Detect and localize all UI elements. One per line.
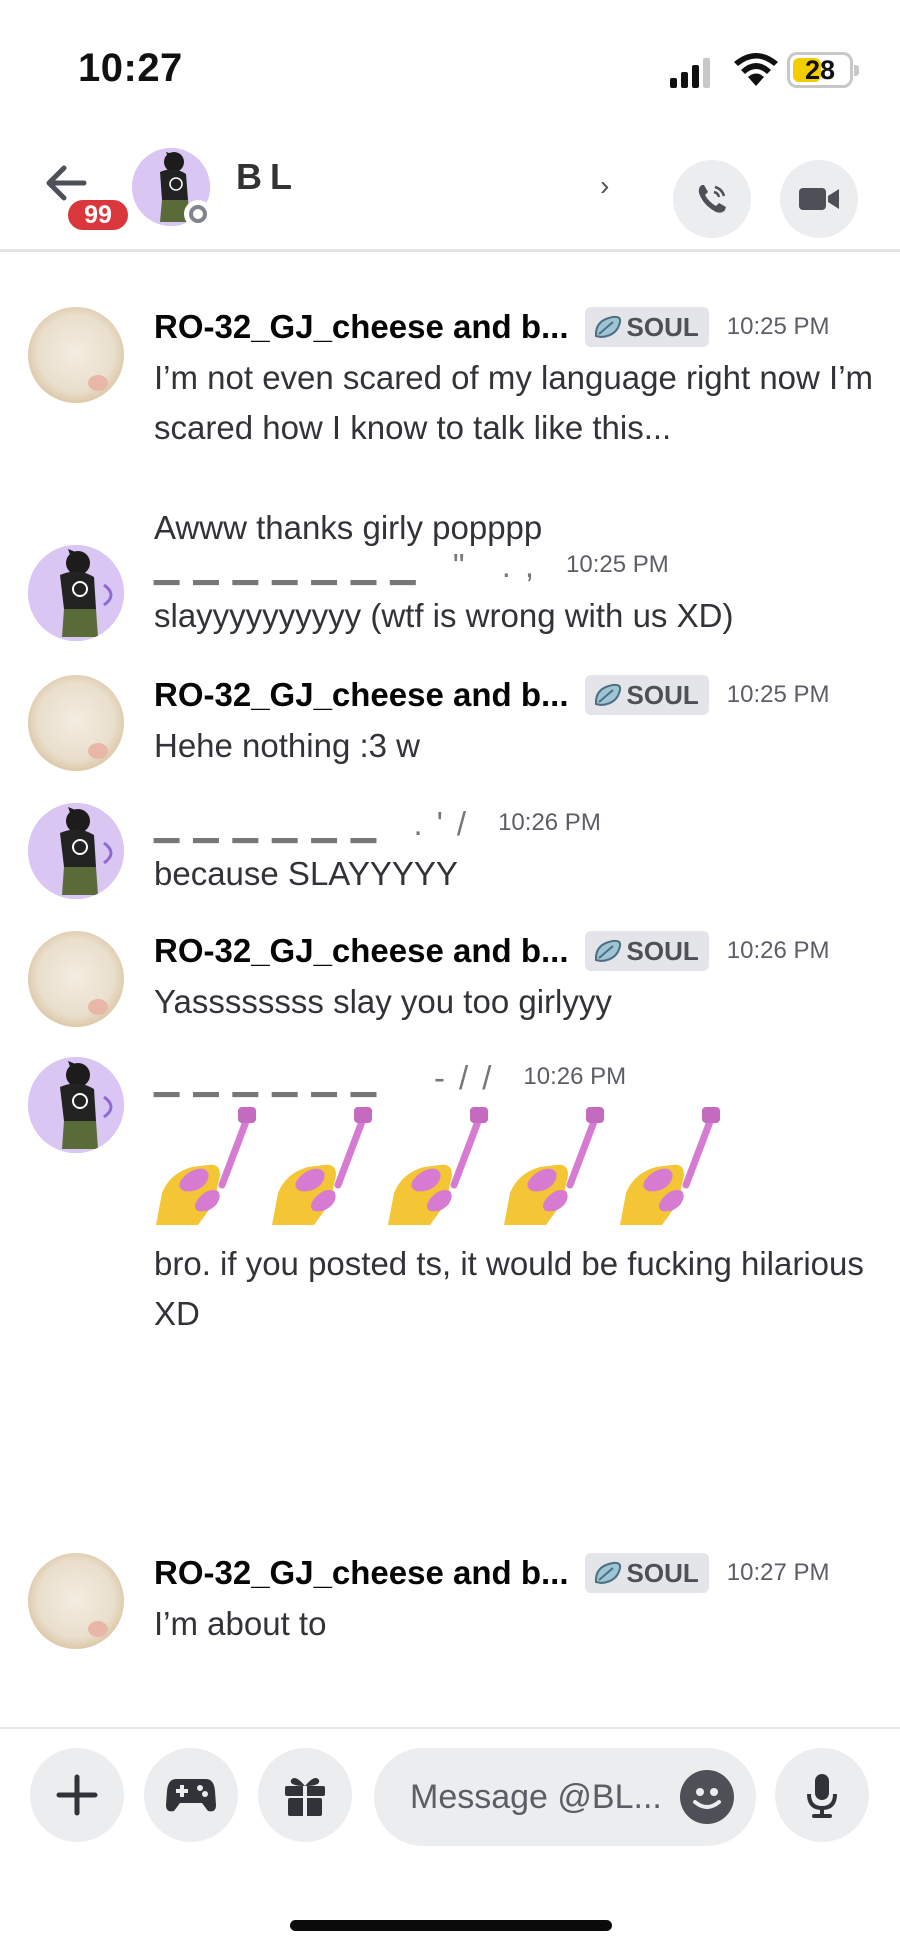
user-avatar[interactable] xyxy=(28,1553,124,1649)
server-tag[interactable]: SOUL xyxy=(584,307,709,347)
voice-message-button[interactable] xyxy=(775,1748,869,1842)
emoji-row xyxy=(154,1107,874,1225)
server-tag[interactable]: SOUL xyxy=(584,675,709,715)
chevron-right-icon[interactable]: › xyxy=(600,170,609,202)
message-timestamp: 10:26 PM xyxy=(726,937,830,964)
server-tag[interactable]: SOUL xyxy=(584,931,709,971)
message-username[interactable]: RO-32_GJ_cheese and b... xyxy=(154,308,569,346)
message-username[interactable]: ▁▁▁▁▁▁ .'/ xyxy=(154,804,480,843)
message-text: because SLAYYYYY xyxy=(154,855,458,892)
nail-polish-icon[interactable] xyxy=(270,1107,376,1225)
smiley-icon xyxy=(693,1788,721,1809)
message-text: bro. if you posted ts, it would be fucki… xyxy=(154,1245,864,1332)
message-username[interactable]: RO-32_GJ_cheese and b... xyxy=(154,676,569,714)
phone-icon xyxy=(698,185,726,213)
message-username[interactable]: RO-32_GJ_cheese and b... xyxy=(154,932,569,970)
message-composer: Message @BL... xyxy=(0,1727,900,1948)
gamepad-icon xyxy=(166,1779,216,1812)
video-camera-icon xyxy=(799,188,839,210)
user-avatar[interactable] xyxy=(28,931,124,1027)
activities-button[interactable] xyxy=(144,1748,238,1842)
microphone-icon xyxy=(807,1774,837,1818)
home-indicator xyxy=(290,1920,612,1931)
unread-badge: 99 xyxy=(64,196,132,234)
message-timestamp: 10:25 PM xyxy=(726,681,830,708)
message-text: I’m not even scared of my language right… xyxy=(154,359,874,446)
message-timestamp: 10:25 PM xyxy=(566,551,669,578)
message-username[interactable]: ▁▁▁▁▁▁ -// xyxy=(154,1058,505,1097)
attach-button[interactable] xyxy=(30,1748,124,1842)
user-avatar[interactable] xyxy=(28,545,124,641)
emoji-picker-button[interactable] xyxy=(680,1770,734,1824)
user-avatar[interactable] xyxy=(28,1057,124,1153)
user-avatar[interactable] xyxy=(28,307,124,403)
leaf-badge-icon xyxy=(594,939,621,963)
user-avatar[interactable] xyxy=(28,675,124,771)
message-input-placeholder: Message @BL... xyxy=(410,1777,662,1816)
user-avatar[interactable] xyxy=(28,803,124,899)
message-timestamp: 10:26 PM xyxy=(523,1063,627,1090)
message-timestamp: 10:26 PM xyxy=(498,809,601,836)
message-text: Hehe nothing :3 w xyxy=(154,727,421,764)
nail-polish-icon[interactable] xyxy=(386,1107,492,1225)
video-call-button[interactable] xyxy=(780,160,858,238)
battery-level: 28 xyxy=(804,55,836,85)
message-timestamp: 10:27 PM xyxy=(726,1559,830,1586)
message-username[interactable]: ▁▁▁▁▁▁▁ " ., xyxy=(154,546,548,585)
gift-icon xyxy=(285,1778,325,1816)
message-text: slayyyyyyyyyy (wtf is wrong with us XD) xyxy=(154,597,734,634)
cellular-signal-icon xyxy=(670,58,710,88)
dm-header: 99 BL › xyxy=(0,130,900,252)
status-bar: 10:27 28 xyxy=(0,0,900,130)
plus-icon xyxy=(56,1774,98,1816)
message-text: Yassssssss slay you too girlyyy xyxy=(154,983,612,1020)
server-tag[interactable]: SOUL xyxy=(584,1553,709,1593)
voice-call-button[interactable] xyxy=(673,160,751,238)
message-list[interactable]: RO-32_GJ_cheese and b... SOUL 10:25 PM I… xyxy=(0,255,900,1725)
leaf-badge-icon xyxy=(594,683,621,707)
message-username[interactable]: RO-32_GJ_cheese and b... xyxy=(154,1554,569,1592)
gift-button[interactable] xyxy=(258,1748,352,1842)
leaf-badge-icon xyxy=(594,315,621,339)
nail-polish-icon[interactable] xyxy=(154,1107,260,1225)
message-text: I’m about to xyxy=(154,1605,327,1642)
leaf-badge-icon xyxy=(594,1561,621,1585)
message-timestamp: 10:25 PM xyxy=(726,313,830,340)
battery-indicator: 28 xyxy=(787,52,859,88)
header-username[interactable]: BL xyxy=(236,156,616,206)
wifi-icon xyxy=(734,53,778,86)
nail-polish-icon[interactable] xyxy=(618,1107,724,1225)
message-input[interactable]: Message @BL... xyxy=(374,1748,756,1846)
nail-polish-icon[interactable] xyxy=(502,1107,608,1225)
status-time: 10:27 xyxy=(78,46,183,90)
offline-status-dot xyxy=(184,200,212,228)
